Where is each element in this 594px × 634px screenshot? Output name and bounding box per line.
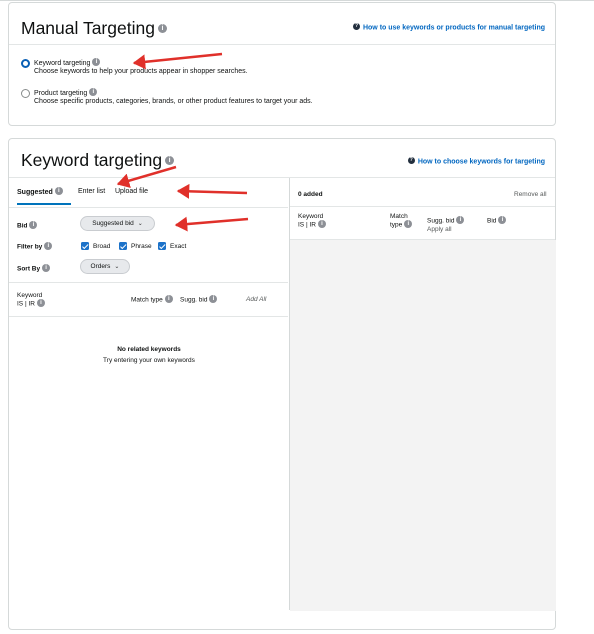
keyword-targeting-help-text: How to choose keywords for targeting	[417, 158, 545, 166]
tab-suggested[interactable]: Suggested i	[17, 187, 63, 196]
active-tab-indicator	[17, 203, 71, 205]
info-icon[interactable]: i	[164, 295, 173, 303]
help-circle-icon: ?	[407, 157, 415, 164]
right-header-divider	[290, 206, 555, 207]
info-icon[interactable]: i	[92, 58, 101, 66]
keyword-targeting-label: Keyword targeting i	[34, 58, 101, 67]
filters-divider	[9, 282, 288, 283]
tab-enter-list[interactable]: Enter list	[78, 188, 105, 195]
manual-targeting-title: Manual Targeting	[21, 18, 155, 38]
sort-by-label: Sort By i	[17, 264, 51, 273]
sort-by-dropdown[interactable]: Orders ⌄	[80, 259, 130, 274]
info-icon[interactable]: i	[456, 216, 465, 224]
card-divider	[9, 177, 555, 178]
keyword-targeting-heading: Keyword targeting i	[21, 150, 175, 171]
top-border	[0, 0, 594, 1]
exact-label: Exact	[170, 243, 187, 250]
product-targeting-label: Product targeting i	[34, 88, 98, 97]
right-match-type-header: Match type i	[390, 213, 413, 230]
tab-upload-file[interactable]: Upload file	[115, 188, 148, 195]
keyword-targeting-title: Keyword targeting	[21, 150, 163, 170]
info-icon[interactable]: i	[317, 220, 326, 228]
added-keywords-list-area	[290, 240, 556, 611]
chevron-down-icon: ⌄	[114, 264, 120, 270]
right-keyword-header: Keyword IS | IR i	[298, 213, 326, 230]
manual-targeting-card: Manual Targeting i ? How to use keywords o…	[8, 2, 556, 126]
keyword-targeting-description: Choose keywords to help your products ap…	[34, 68, 248, 75]
empty-state-title: No related keywords	[117, 346, 181, 353]
left-header-divider	[9, 316, 288, 317]
info-icon[interactable]: i	[157, 23, 167, 33]
tabs-divider	[9, 207, 288, 208]
info-icon[interactable]: i	[404, 220, 413, 228]
help-circle-icon: ?	[352, 23, 360, 30]
empty-state-subtitle: Try entering your own keywords	[103, 357, 195, 364]
keyword-targeting-help-link[interactable]: ? How to choose keywords for targeting	[407, 157, 545, 166]
added-count: 0 added	[298, 191, 323, 198]
right-columns-divider	[290, 239, 555, 240]
remove-all-link[interactable]: Remove all	[514, 191, 547, 199]
bid-label: Bid i	[17, 221, 38, 230]
info-icon[interactable]: i	[44, 242, 53, 250]
manual-targeting-help-link[interactable]: ? How to use keywords or products for man…	[352, 23, 545, 32]
right-bid-header: Bid i	[487, 216, 507, 226]
apply-all-link[interactable]: Apply all	[427, 226, 464, 234]
right-sugg-bid-header: Sugg. bid i Apply all	[427, 216, 465, 234]
checkbox-phrase[interactable]	[119, 242, 127, 250]
left-sugg-bid-header: Sugg. bid i	[180, 295, 218, 305]
info-icon[interactable]: i	[29, 221, 38, 229]
left-keyword-header: Keyword IS | IR i	[17, 292, 45, 309]
filter-by-label: Filter by i	[17, 242, 53, 251]
broad-label: Broad	[93, 243, 111, 250]
info-icon[interactable]: i	[498, 216, 507, 224]
info-icon[interactable]: i	[89, 88, 98, 96]
manual-targeting-help-text: How to use keywords or products for manu…	[362, 24, 545, 32]
keyword-targeting-card: Keyword targeting i ? How to choose keywor…	[8, 138, 556, 630]
radio-unselected-icon[interactable]	[21, 89, 30, 98]
checkbox-broad[interactable]	[81, 242, 89, 250]
panel-divider	[289, 178, 290, 610]
radio-selected-icon[interactable]	[21, 59, 30, 68]
info-icon[interactable]: i	[36, 299, 45, 307]
card-divider	[9, 44, 555, 45]
manual-targeting-heading: Manual Targeting i	[21, 18, 167, 39]
info-icon[interactable]: i	[54, 187, 63, 195]
bid-dropdown[interactable]: Suggested bid ⌄	[80, 216, 155, 231]
left-match-type-header: Match type i	[131, 295, 173, 305]
checkbox-exact[interactable]	[158, 242, 166, 250]
info-icon[interactable]: i	[209, 295, 218, 303]
info-icon[interactable]: i	[42, 264, 51, 272]
info-icon[interactable]: i	[165, 155, 175, 165]
phrase-label: Phrase	[131, 243, 152, 250]
add-all-link[interactable]: Add All	[246, 296, 266, 304]
chevron-down-icon: ⌄	[137, 221, 143, 227]
product-targeting-description: Choose specific products, categories, br…	[34, 98, 313, 105]
